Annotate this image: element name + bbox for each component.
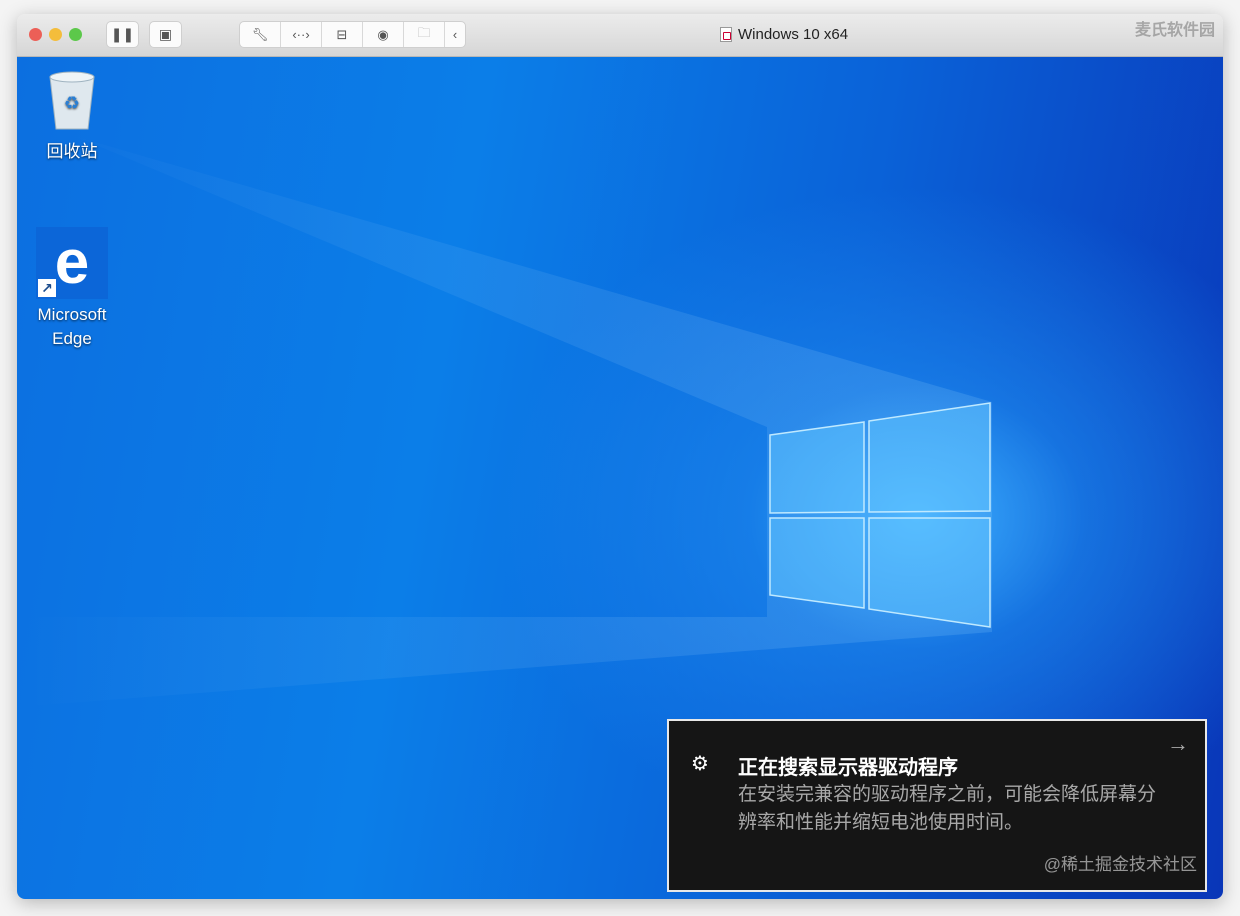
device-toolbar: 🔧︎ ‹··› ⊟ ◉ 🗀︎ ‹ xyxy=(239,21,466,48)
collapse-button[interactable]: ‹ xyxy=(445,22,465,47)
notification-title: 正在搜索显示器驱动程序 xyxy=(738,757,958,779)
windows-desktop[interactable]: ♻ 回收站 e ↗ Microsoft Edge ⚙ 正在搜索显示器驱动程序 在安… xyxy=(17,57,1223,899)
recycle-bin-label: 回收站 xyxy=(46,142,98,161)
window-title-text: Windows 10 x64 xyxy=(738,26,849,43)
snapshot-button[interactable]: ▣ xyxy=(149,21,182,48)
camera-icon: ◉ xyxy=(377,26,389,42)
shortcut-arrow-icon: ↗ xyxy=(38,279,56,297)
pause-button[interactable]: ❚❚ xyxy=(106,21,139,48)
vm-document-icon xyxy=(720,27,732,42)
notification-body: 在安装完兼容的驱动程序之前，可能会降低屏幕分辨率和性能并缩短电池使用时间。 xyxy=(738,784,1157,833)
arrow-right-icon[interactable]: → xyxy=(1167,731,1189,757)
disk-icon: ⊟ xyxy=(336,26,348,42)
vm-window: ❚❚ ▣ 🔧︎ ‹··› ⊟ ◉ 🗀︎ ‹ Windows 10 x64 麦氏软… xyxy=(17,14,1223,899)
desktop-icon-recycle-bin[interactable]: ♻ 回收站 xyxy=(27,69,117,164)
desktop-icon-edge[interactable]: e ↗ Microsoft Edge xyxy=(22,227,122,351)
camera-button[interactable]: ◉ xyxy=(363,22,404,47)
minimize-button[interactable] xyxy=(49,28,62,41)
gear-icon: ⚙ xyxy=(691,753,709,775)
watermark-top: 麦氏软件园 xyxy=(1134,22,1215,39)
watermark-bottom: @稀土掘金技术社区 xyxy=(1043,855,1197,874)
zoom-button[interactable] xyxy=(69,28,82,41)
snapshot-icon: ▣ xyxy=(158,26,173,42)
edge-label: Microsoft Edge xyxy=(37,305,107,348)
edge-icon: e ↗ xyxy=(36,227,108,299)
disk-button[interactable]: ⊟ xyxy=(322,22,363,47)
code-arrows-icon: ‹··› xyxy=(292,27,310,42)
window-title: Windows 10 x64 xyxy=(720,26,848,43)
svg-text:♻: ♻ xyxy=(64,93,80,113)
chevron-left-icon: ‹ xyxy=(452,27,458,42)
settings-button[interactable]: 🔧︎ xyxy=(240,22,281,47)
close-button[interactable] xyxy=(29,28,42,41)
recycle-bin-icon: ♻ xyxy=(49,71,95,130)
shared-folder-icon: 🗀︎ xyxy=(417,24,431,40)
wrench-icon: 🔧︎ xyxy=(251,26,269,42)
title-bar: ❚❚ ▣ 🔧︎ ‹··› ⊟ ◉ 🗀︎ ‹ Windows 10 x64 麦氏软… xyxy=(17,14,1223,57)
pause-icon: ❚❚ xyxy=(110,26,135,42)
shared-folder-button[interactable]: 🗀︎ xyxy=(404,22,445,47)
network-button[interactable]: ‹··› xyxy=(281,22,322,47)
